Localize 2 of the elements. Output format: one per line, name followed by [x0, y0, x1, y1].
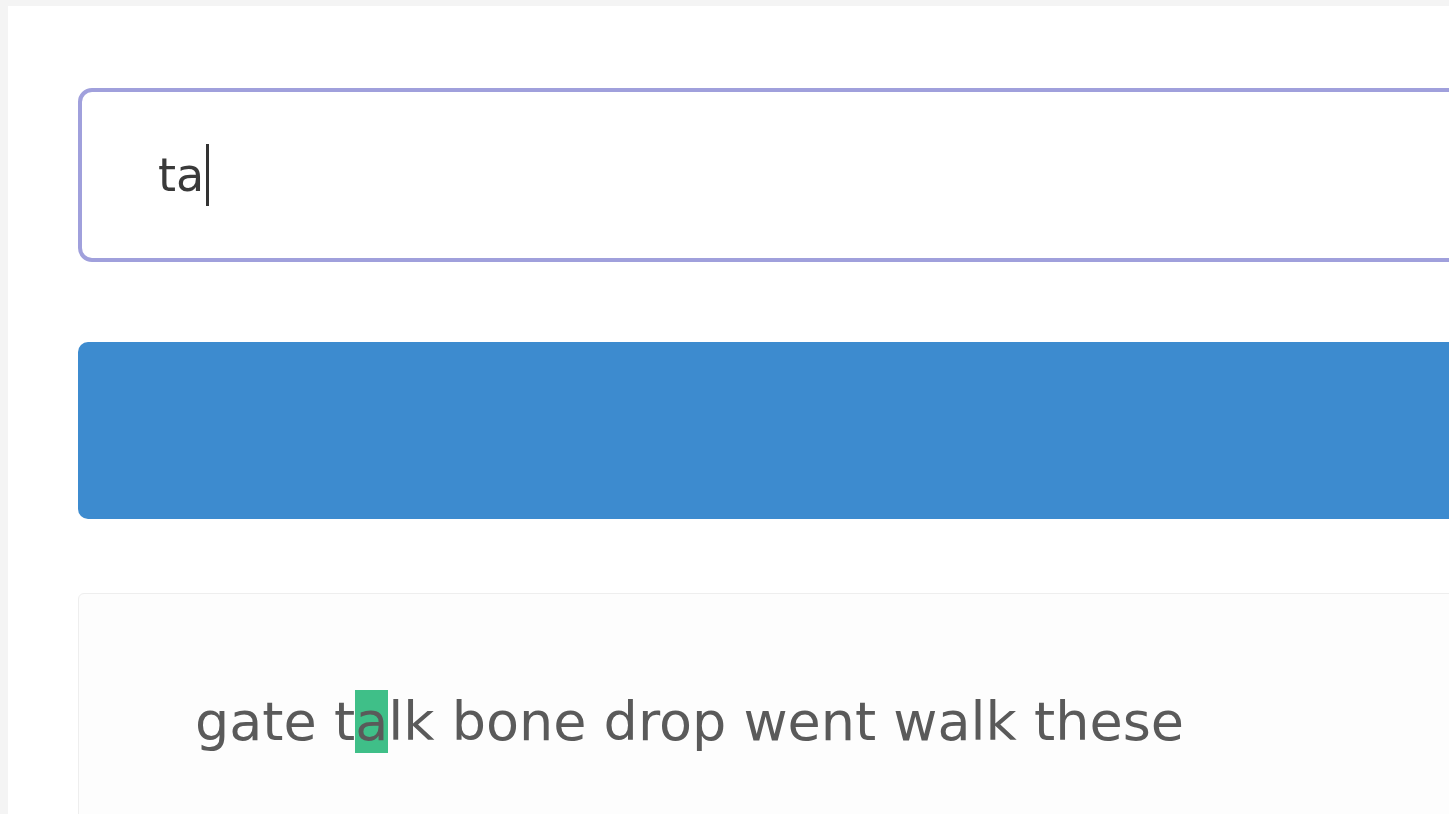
word-line: gate talk bone drop went walk these — [195, 690, 1186, 755]
typing-input-field[interactable]: ta — [78, 88, 1449, 262]
